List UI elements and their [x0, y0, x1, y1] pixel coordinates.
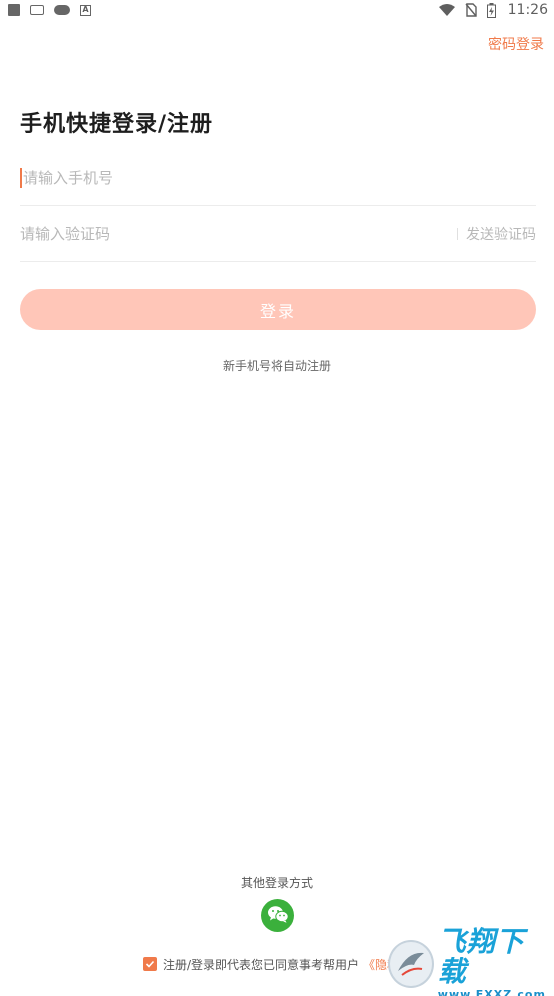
status-left: A — [8, 4, 91, 16]
notification-square-icon — [8, 4, 20, 16]
other-login-label: 其他登录方式 — [240, 876, 313, 890]
watermark-url: www.FXXZ.com — [437, 988, 546, 996]
phone-input[interactable] — [23, 168, 536, 187]
cloud-icon — [54, 5, 70, 15]
watermark-logo-icon — [388, 940, 434, 988]
text-caret — [20, 167, 22, 188]
wifi-icon — [438, 4, 455, 16]
status-bar: A 11:26 — [0, 0, 554, 20]
watermark-title: 飞翔下载 — [437, 925, 525, 988]
page-title: 手机快捷登录/注册 — [20, 112, 214, 137]
status-right: 11:26 — [438, 2, 548, 18]
password-login-link[interactable]: 密码登录 — [488, 34, 544, 54]
verification-code-input[interactable] — [20, 224, 457, 243]
status-time: 11:26 — [507, 2, 548, 18]
agreement-checkbox[interactable] — [143, 957, 157, 971]
code-field-row: 发送验证码 — [20, 206, 536, 262]
keyboard-icon — [30, 5, 44, 15]
send-code-button[interactable]: 发送验证码 — [457, 224, 536, 244]
send-code-label: 发送验证码 — [466, 226, 536, 243]
agreement-row: 注册/登录即代表您已同意事考帮用户 《隐私协 — [143, 956, 411, 972]
wechat-login-button[interactable] — [261, 899, 294, 932]
a-icon: A — [80, 4, 91, 16]
wechat-icon — [267, 905, 289, 927]
watermark: 飞翔下载 www.FXXZ.com — [388, 927, 548, 996]
login-button[interactable]: 登录 — [20, 289, 536, 330]
auto-register-note: 新手机号将自动注册 — [222, 359, 331, 373]
watermark-text: 飞翔下载 www.FXXZ.com — [438, 927, 548, 996]
phone-field-row — [20, 150, 536, 206]
send-code-divider — [457, 227, 458, 240]
agreement-text: 注册/登录即代表您已同意事考帮用户 — [163, 957, 360, 972]
battery-charging-icon — [486, 2, 496, 18]
no-sim-icon — [465, 3, 477, 17]
